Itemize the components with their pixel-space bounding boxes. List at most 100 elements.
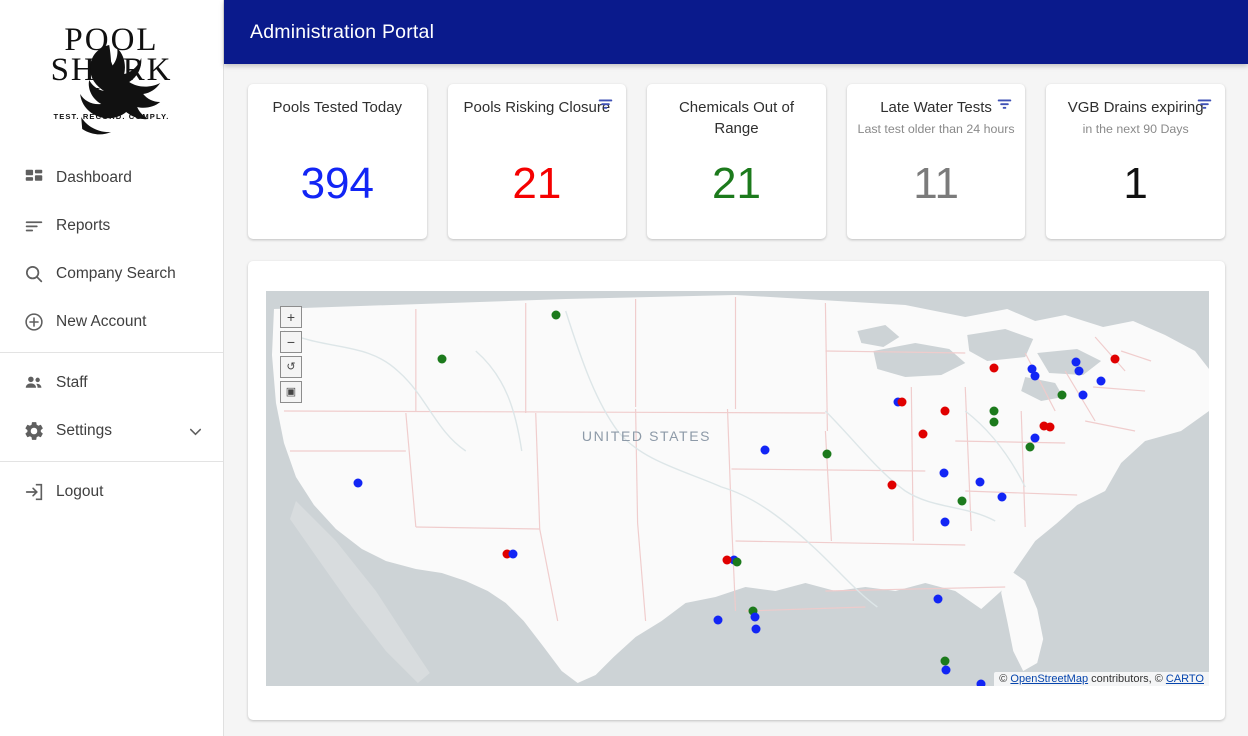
map-marker[interactable] — [353, 478, 363, 488]
map-marker[interactable] — [732, 557, 742, 567]
sidebar-item-logout[interactable]: Logout — [0, 468, 223, 516]
map-marker[interactable] — [751, 624, 761, 634]
stat-card-title: Pools Risking Closure — [463, 99, 611, 116]
stat-card-value: 1 — [1123, 159, 1148, 208]
map-marker[interactable] — [940, 517, 950, 527]
map-canvas[interactable]: UNITED STATES + − ↺ ▣ © OpenStreetMap co… — [266, 291, 1209, 686]
nav-group-primary: Dashboard Reports Company Search New Acc… — [0, 148, 223, 352]
sidebar-item-staff[interactable]: Staff — [0, 359, 223, 407]
sidebar-item-label: Reports — [56, 217, 111, 234]
map-marker[interactable] — [1096, 376, 1106, 386]
filter-icon[interactable] — [996, 96, 1013, 113]
map-card: UNITED STATES + − ↺ ▣ © OpenStreetMap co… — [248, 261, 1225, 720]
map-marker[interactable] — [887, 480, 897, 490]
stat-card-pools-risking-closure[interactable]: Pools Risking Closure 21 — [447, 84, 627, 239]
stat-cards-row: Pools Tested Today 394 Pools Risking Clo… — [248, 84, 1225, 239]
stat-card-value: 21 — [712, 159, 761, 208]
brand-h2o-o: O — [114, 84, 129, 104]
map-marker[interactable] — [822, 449, 832, 459]
stat-card-late-water-tests[interactable]: Late Water Tests Last test older than 24… — [846, 84, 1026, 239]
map-marker[interactable] — [750, 612, 760, 622]
stat-card-value: 394 — [300, 159, 374, 208]
dashboard-content: Pools Tested Today 394 Pools Risking Clo… — [224, 64, 1248, 736]
sidebar-item-label: Staff — [56, 374, 88, 391]
map-marker[interactable] — [989, 363, 999, 373]
map-marker[interactable] — [939, 468, 949, 478]
filter-icon[interactable] — [1196, 96, 1213, 113]
map-marker[interactable] — [975, 477, 985, 487]
map-attribution: © OpenStreetMap contributors, © CARTO — [994, 672, 1209, 686]
stat-card-title: VGB Drains expiring — [1067, 99, 1204, 116]
stat-card-vgb-drains-expiring[interactable]: VGB Drains expiring in the next 90 Days … — [1046, 84, 1225, 239]
map-marker[interactable] — [957, 496, 967, 506]
people-icon — [12, 372, 56, 394]
stat-card-title: Late Water Tests — [880, 99, 992, 116]
map-marker[interactable] — [941, 665, 951, 675]
carto-link[interactable]: CARTO — [1166, 673, 1204, 685]
brand-h2o: H2O — [37, 84, 187, 106]
logout-icon — [12, 481, 56, 503]
map-marker[interactable] — [940, 656, 950, 666]
stat-card-value: 21 — [512, 159, 562, 208]
map-marker[interactable] — [1078, 390, 1088, 400]
search-icon — [12, 263, 56, 285]
sidebar-item-label: New Account — [56, 313, 147, 330]
map-marker[interactable] — [1110, 354, 1120, 364]
gear-icon — [12, 420, 56, 442]
stat-card-title: Chemicals Out of Range — [678, 99, 794, 137]
attribution-middle: contributors, © — [1088, 673, 1166, 685]
map-basemap — [266, 291, 1209, 686]
map-marker[interactable] — [760, 445, 770, 455]
stat-card-subtitle: in the next 90 Days — [1082, 121, 1189, 136]
fullscreen-button[interactable]: ▣ — [280, 381, 302, 403]
zoom-out-button[interactable]: − — [280, 331, 302, 353]
app-root: POOL SHARK H2O TEST. RECORD. COMPLY. Das… — [0, 0, 1248, 736]
map-marker[interactable] — [989, 417, 999, 427]
map-marker[interactable] — [918, 429, 928, 439]
brand-tagline: TEST. RECORD. COMPLY. — [53, 111, 170, 121]
map-controls: + − ↺ ▣ — [280, 306, 302, 403]
main-area: Administration Portal Pools Tested Today… — [224, 0, 1248, 736]
map-marker[interactable] — [722, 555, 732, 565]
sidebar-item-dashboard[interactable]: Dashboard — [0, 154, 223, 202]
openstreetmap-link[interactable]: OpenStreetMap — [1010, 673, 1088, 685]
stat-card-title: Pools Tested Today — [272, 99, 403, 116]
stat-card-pools-tested-today[interactable]: Pools Tested Today 394 — [248, 84, 427, 239]
sidebar-nav: Dashboard Reports Company Search New Acc… — [0, 142, 223, 522]
page-title: Administration Portal — [250, 20, 435, 43]
map-marker[interactable] — [897, 397, 907, 407]
map-region-label: UNITED STATES — [581, 428, 712, 445]
stat-card-chemicals-out-of-range[interactable]: Chemicals Out of Range 21 — [647, 84, 826, 239]
map-marker[interactable] — [1057, 390, 1067, 400]
sidebar-item-settings[interactable]: Settings — [0, 407, 223, 455]
sidebar-item-reports[interactable]: Reports — [0, 202, 223, 250]
map-marker[interactable] — [713, 615, 723, 625]
map-marker[interactable] — [1074, 366, 1084, 376]
sidebar: POOL SHARK H2O TEST. RECORD. COMPLY. Das… — [0, 0, 224, 736]
nav-group-admin: Staff Settings — [0, 353, 223, 461]
attribution-prefix: © — [999, 673, 1011, 685]
brand-logo[interactable]: POOL SHARK H2O TEST. RECORD. COMPLY. — [0, 0, 223, 142]
app-header: Administration Portal — [224, 0, 1248, 64]
sidebar-item-label: Settings — [56, 422, 113, 439]
chevron-down-icon[interactable] — [186, 422, 205, 441]
map-marker[interactable] — [551, 310, 560, 320]
filter-icon[interactable] — [597, 96, 614, 113]
stat-card-subtitle: Last test older than 24 hours — [857, 121, 1015, 136]
map-marker[interactable] — [989, 406, 999, 416]
map-marker[interactable] — [933, 594, 943, 604]
map-marker[interactable] — [508, 549, 518, 559]
map-marker[interactable] — [1025, 442, 1035, 452]
zoom-in-button[interactable]: + — [280, 306, 302, 328]
map-marker[interactable] — [976, 679, 986, 686]
sidebar-item-company-search[interactable]: Company Search — [0, 250, 223, 298]
sidebar-item-label: Logout — [56, 483, 104, 500]
map-marker[interactable] — [1030, 371, 1040, 381]
reports-lines-icon — [12, 215, 56, 237]
map-marker[interactable] — [940, 406, 950, 416]
reset-view-button[interactable]: ↺ — [280, 356, 302, 378]
map-marker[interactable] — [437, 354, 447, 364]
map-marker[interactable] — [997, 492, 1007, 502]
map-marker[interactable] — [1045, 422, 1055, 432]
sidebar-item-new-account[interactable]: New Account — [0, 298, 223, 346]
